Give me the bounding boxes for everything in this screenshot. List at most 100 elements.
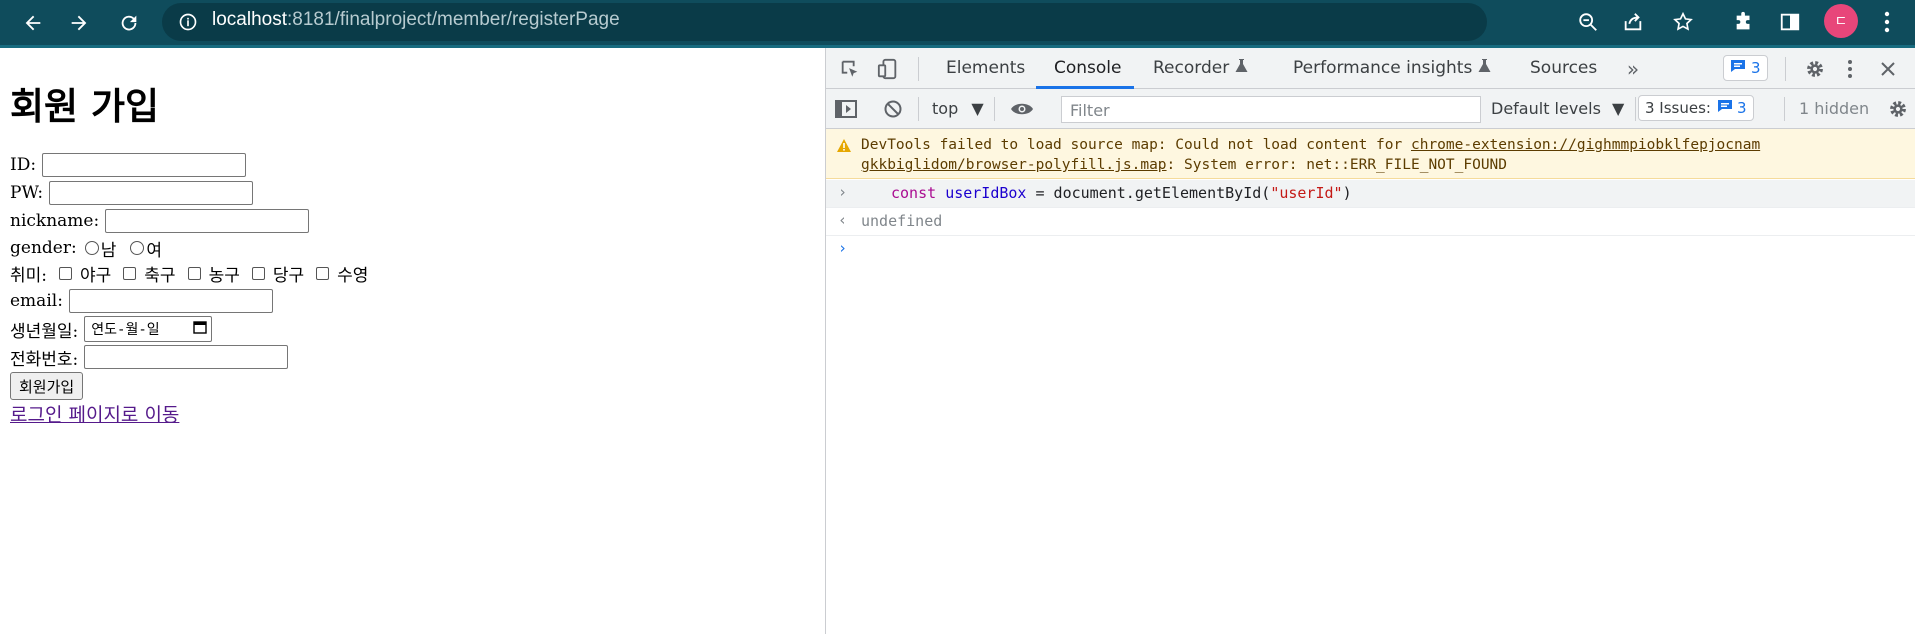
settings-gear-icon[interactable] [1803,57,1827,81]
url-host: localhost [212,9,287,30]
hobby-checkbox[interactable] [251,266,265,280]
more-tabs-chevron-icon[interactable]: » [1622,57,1644,81]
tab-recorder[interactable]: Recorder [1153,58,1248,78]
phone-input[interactable] [84,345,289,369]
devtools-panel: Elements Console Recorder Performance in… [825,48,1915,634]
console-prompt[interactable]: › [826,236,1915,264]
tab-performance-label: Performance insights [1293,58,1473,78]
side-panel-icon[interactable] [1776,8,1804,36]
live-expression-eye-icon[interactable] [1008,98,1036,120]
nickname-input[interactable] [105,209,310,233]
gender-radio-male[interactable] [84,241,99,255]
email-input[interactable] [68,289,273,313]
id-input[interactable] [42,153,247,177]
pw-row: PW: [10,180,254,206]
tab-performance-insights[interactable]: Performance insights [1293,58,1491,78]
context-selector[interactable]: top ▼ [932,99,984,118]
birthdate-input[interactable]: 연도-월-일 [84,316,213,342]
log-levels-dropdown[interactable]: Default levels ▼ [1491,99,1624,118]
pw-input[interactable] [49,181,254,205]
warning-icon [836,137,852,153]
avatar[interactable]: ㄷ [1824,4,1858,38]
hobby-checkbox[interactable] [316,266,330,280]
device-toolbar-icon[interactable] [876,57,900,81]
share-icon[interactable] [1619,8,1647,36]
console-settings-gear-icon[interactable] [1886,98,1910,120]
warning-text: DevTools failed to load source map: Coul… [861,135,1901,175]
warning-suffix: : System error: net::ERR_FILE_NOT_FOUND [1166,157,1508,173]
hobby-checkbox[interactable] [59,266,73,280]
code-keyword: const [891,184,937,202]
toolbar-divider [1785,57,1786,81]
console-result-line: ‹ undefined [826,208,1915,236]
hobby-option-label: 당구 [272,265,305,286]
toolbar-divider [994,97,995,121]
tab-sources[interactable]: Sources [1530,58,1597,78]
nickname-row: nickname: [10,208,310,234]
extensions-puzzle-icon[interactable] [1730,8,1758,36]
flask-icon [1235,58,1248,78]
login-page-link[interactable]: 로그인 페이지로 이동 [10,400,179,427]
birth-label: 생년월일: [10,321,79,342]
issues-badge-count: 3 [1751,59,1761,77]
gender-option-label: 여 [146,240,162,261]
code-end: ) [1342,184,1352,202]
phone-label: 전화번호: [10,349,79,370]
hobby-checkbox[interactable] [187,266,201,280]
message-icon [1717,99,1733,117]
console-filter-input[interactable]: Filter [1061,96,1481,123]
gender-radio-female[interactable] [130,241,145,255]
code-string: "userId" [1270,184,1343,202]
log-levels-label: Default levels [1491,99,1601,118]
console-toolbar: top ▼ Filter Default levels ▼ 3 Issues: … [826,89,1915,129]
flask-icon [1478,58,1491,78]
issues-count: 3 [1736,99,1747,117]
id-label: ID: [10,155,37,175]
prompt-chevron-icon: › [838,239,848,257]
console-warning-message: DevTools failed to load source map: Coul… [826,129,1915,179]
clear-console-icon[interactable] [882,98,904,120]
sidebar-toggle-icon[interactable] [834,98,858,120]
gender-option-label: 남 [100,240,117,261]
reload-icon[interactable] [112,6,146,40]
page-title: 회원 가입 [10,84,160,128]
nickname-label: nickname: [10,211,100,231]
devtools-tab-bar: Elements Console Recorder Performance in… [826,48,1915,89]
url-text[interactable]: localhost:8181/finalproject/member/regis… [212,9,620,31]
page-content: 회원 가입 ID: PW: nickname: gender: 남 여 취미: … [0,48,825,634]
inspect-element-icon[interactable] [838,57,862,81]
email-row: email: [10,288,273,314]
id-row: ID: [10,152,247,178]
kebab-menu-icon[interactable] [1875,8,1899,36]
issues-counter-button[interactable]: 3 Issues: 3 [1638,95,1754,121]
hobby-checkbox[interactable] [123,266,137,280]
toolbar-divider [1784,97,1785,121]
bookmark-star-icon[interactable] [1669,8,1697,36]
devtools-menu-icon[interactable] [1838,57,1862,81]
pw-label: PW: [10,183,44,203]
console-input-line[interactable]: › const userIdBox = document.getElementB… [826,180,1915,208]
email-label: email: [10,291,63,311]
zoom-icon[interactable] [1574,8,1602,36]
gender-label: gender: [10,238,77,258]
tab-console[interactable]: Console [1054,58,1122,78]
hobby-option-label: 수영 [337,265,369,286]
console-result: undefined [861,212,943,230]
calendar-icon[interactable] [193,320,207,338]
gender-row: gender: 남 여 [10,235,162,261]
hobby-option-label: 농구 [208,265,240,286]
url-path: :8181/finalproject/member/registerPage [287,9,620,30]
forward-arrow-icon[interactable] [62,6,96,40]
close-icon[interactable] [1876,57,1900,81]
register-button[interactable]: 회원가입 [10,372,84,400]
hobby-option-label: 야구 [80,265,112,286]
issues-badge[interactable]: 3 [1723,55,1768,81]
hidden-messages-count: 1 hidden [1799,99,1870,118]
site-info-icon[interactable] [176,10,200,34]
birthdate-placeholder: 연도-월-일 [91,322,160,338]
back-arrow-icon[interactable] [16,6,50,40]
toolbar-divider [1635,97,1636,121]
issues-text: 3 Issues: [1645,99,1711,117]
hobby-row: 취미: 야구 축구 농구 당구 수영 [10,260,368,286]
tab-elements[interactable]: Elements [946,58,1025,78]
